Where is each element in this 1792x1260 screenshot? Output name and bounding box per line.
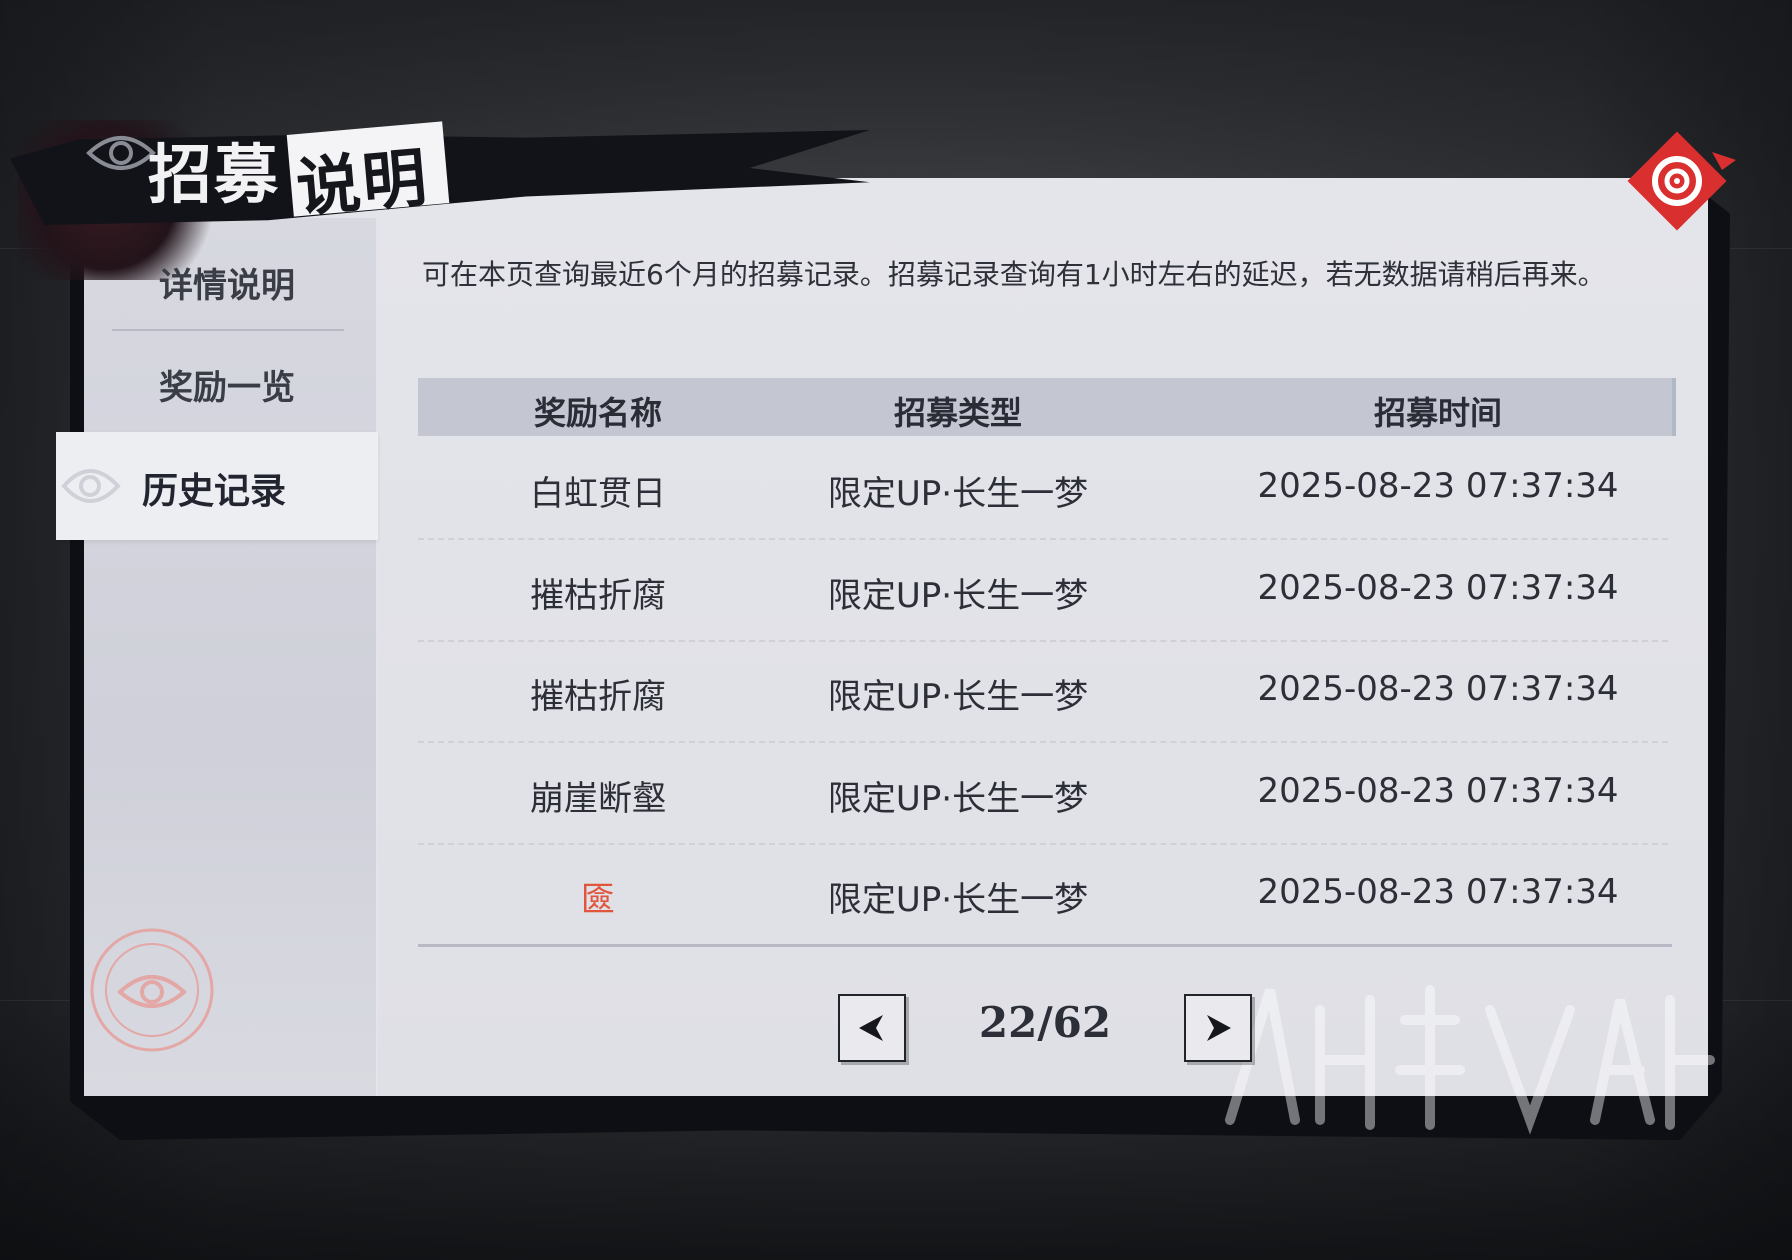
reward-name: 匳 xyxy=(581,880,615,920)
eye-emblem-icon xyxy=(86,136,156,170)
caret-left-icon xyxy=(859,1015,883,1041)
sidebar-item-history-label: 历史记录 xyxy=(142,470,287,512)
target-eye-icon xyxy=(1627,131,1736,231)
table-bottom-rule xyxy=(418,944,1672,947)
recruit-time: 2025-08-23 07:37:34 xyxy=(1257,466,1619,506)
table-row: 摧枯折腐 限定UP·长生一梦 2025-08-23 07:37:34 xyxy=(418,568,1672,668)
recruit-time: 2025-08-23 07:37:34 xyxy=(1257,872,1619,912)
reward-name: 摧枯折腐 xyxy=(530,677,666,717)
column-header-time: 招募时间 xyxy=(1373,394,1502,432)
brush-watermark xyxy=(1225,985,1715,1135)
row-divider xyxy=(418,843,1668,845)
recruit-type: 限定UP·长生一梦 xyxy=(827,576,1089,616)
title-part1: 招募 xyxy=(148,138,280,213)
row-divider xyxy=(418,741,1668,743)
recruit-type: 限定UP·长生一梦 xyxy=(827,677,1089,717)
table-row: 摧枯折腐 限定UP·长生一梦 2025-08-23 07:37:34 xyxy=(418,669,1672,769)
recruit-time: 2025-08-23 07:37:34 xyxy=(1257,771,1619,811)
recruit-time: 2025-08-23 07:37:34 xyxy=(1257,669,1619,709)
history-description: 可在本页查询最近6个月的招募记录。招募记录查询有1小时左右的延迟，若无数据请稍后… xyxy=(422,258,1606,291)
next-page-button[interactable] xyxy=(1184,994,1252,1062)
nav-divider xyxy=(112,329,344,331)
title-part2: 说明 xyxy=(293,140,432,227)
recruit-time: 2025-08-23 07:37:34 xyxy=(1257,568,1619,608)
reward-name: 白虹贯日 xyxy=(530,474,666,514)
sidebar-item-rewards[interactable]: 奖励一览 xyxy=(112,360,342,409)
row-divider xyxy=(418,640,1668,642)
table-row: 匳 限定UP·长生一梦 2025-08-23 07:37:34 xyxy=(418,872,1672,972)
seal-stamp xyxy=(90,928,214,1052)
sidebar-item-details[interactable]: 详情说明 xyxy=(112,258,342,307)
reward-name: 崩崖断壑 xyxy=(530,779,666,819)
table-row: 崩崖断壑 限定UP·长生一梦 2025-08-23 07:37:34 xyxy=(418,771,1672,871)
recruit-type: 限定UP·长生一梦 xyxy=(827,779,1089,819)
eye-arrow-icon xyxy=(61,469,121,503)
reward-name: 摧枯折腐 xyxy=(530,576,666,616)
column-header-type: 招募类型 xyxy=(893,394,1022,432)
column-header-reward: 奖励名称 xyxy=(533,394,662,432)
recruit-type: 限定UP·长生一梦 xyxy=(827,474,1089,514)
row-divider xyxy=(418,538,1668,540)
page-indicator: 22/62 xyxy=(978,998,1112,1047)
table-row: 白虹贯日 限定UP·长生一梦 2025-08-23 07:37:34 xyxy=(418,466,1672,566)
caret-right-icon xyxy=(1207,1015,1231,1041)
prev-page-button[interactable] xyxy=(838,994,906,1062)
recruit-type: 限定UP·长生一梦 xyxy=(827,880,1089,920)
